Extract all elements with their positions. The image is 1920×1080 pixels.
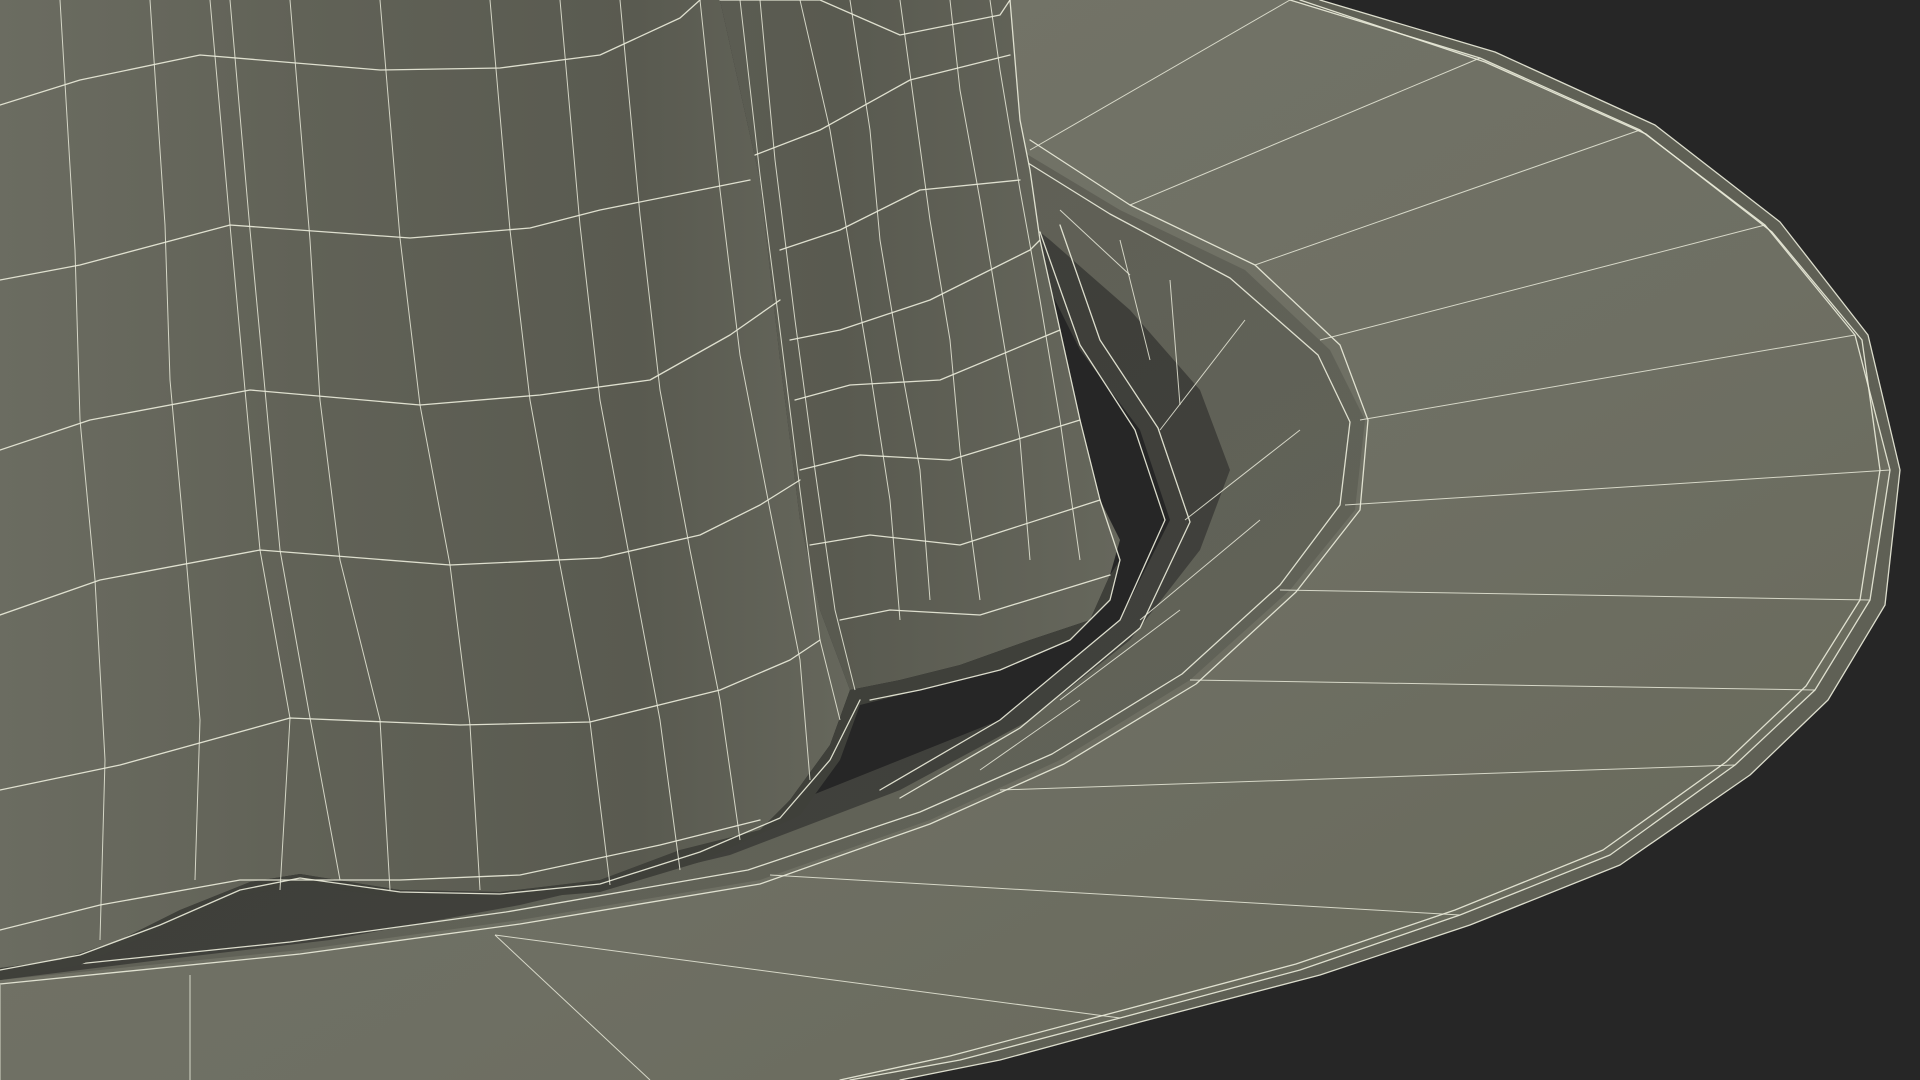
cup-lower-body-surface (0, 0, 850, 968)
3d-wireframe-viewport (0, 0, 1920, 1080)
